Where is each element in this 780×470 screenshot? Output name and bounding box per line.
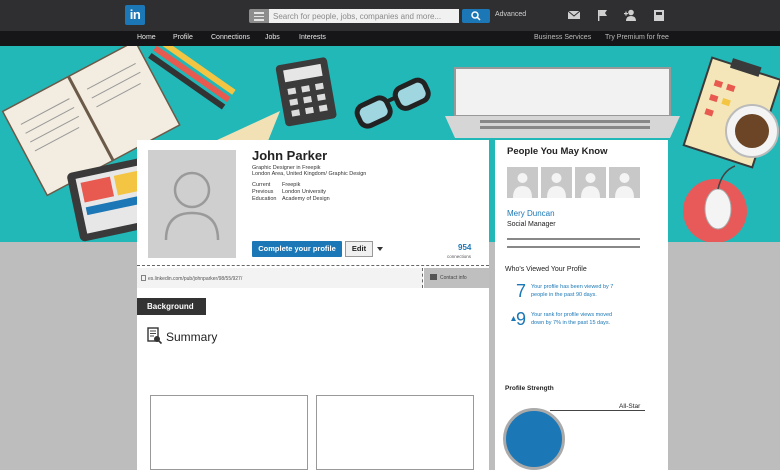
views-text-line-2[interactable]: people in the past 90 days. [531, 291, 597, 299]
nav-item-connections[interactable]: Connections [211, 34, 250, 41]
document-search-icon [147, 327, 162, 345]
chevron-down-icon[interactable] [377, 247, 383, 251]
person-icon [513, 173, 532, 198]
nav-item-interests[interactable]: Interests [299, 34, 326, 41]
person-icon [547, 173, 566, 198]
complete-profile-button[interactable]: Complete your profile [252, 241, 342, 257]
connections-label: connections [447, 254, 472, 259]
profile-strength-level: All-Star [619, 403, 641, 410]
link-icon [141, 275, 146, 281]
envelope-icon[interactable] [567, 8, 581, 22]
nav-item-profile[interactable]: Profile [173, 34, 193, 41]
menu-icon[interactable] [249, 9, 269, 23]
rank-text-line-2[interactable]: down by 7% in the past 15 days. [531, 319, 610, 327]
suggested-person-avatar[interactable] [541, 167, 572, 198]
suggested-person-avatar[interactable] [575, 167, 606, 198]
search-icon [471, 11, 481, 21]
suggested-person-name[interactable]: Mery Duncan [507, 209, 555, 218]
views-count[interactable]: 7 [516, 281, 526, 302]
profile-strength-title: Profile Strength [505, 385, 554, 392]
person-silhouette-icon [164, 171, 220, 241]
linkedin-logo[interactable]: in [125, 5, 145, 25]
media-placeholder[interactable] [150, 395, 308, 470]
who-viewed-title: Who's Viewed Your Profile [505, 266, 587, 273]
media-placeholder[interactable] [316, 395, 474, 470]
profile-strength-meter[interactable] [503, 408, 565, 470]
flag-icon[interactable] [595, 8, 609, 22]
divider [137, 265, 489, 266]
views-text-line-1[interactable]: Your profile has been viewed by 7 [531, 283, 613, 291]
search-input[interactable] [269, 9, 459, 23]
rank-text-line-1[interactable]: Your rank for profile views moved [531, 311, 612, 319]
person-icon [615, 173, 634, 198]
profile-avatar[interactable] [148, 150, 236, 258]
strength-indicator-line [550, 410, 645, 411]
nav-item-home[interactable]: Home [137, 34, 156, 41]
suggested-person-avatar[interactable] [609, 167, 640, 198]
briefcase-icon[interactable] [652, 8, 666, 22]
add-connection-icon[interactable] [623, 8, 637, 22]
current-label: Current [252, 182, 271, 188]
edit-button[interactable]: Edit [345, 241, 373, 257]
contact-info-label[interactable]: Contact info [440, 275, 467, 281]
profile-name: John Parker [252, 148, 328, 163]
divider [507, 246, 640, 248]
nav-bar: Home Profile Connections Jobs Interests … [0, 31, 780, 46]
previous-label: Previous [252, 189, 274, 195]
nav-item-jobs[interactable]: Jobs [265, 34, 280, 41]
divider [507, 238, 640, 240]
summary-heading: Summary [166, 330, 218, 344]
premium-link[interactable]: Try Premium for free [605, 34, 669, 41]
current-value[interactable]: Freepik [282, 182, 300, 188]
education-label: Education [252, 196, 277, 202]
person-icon [581, 173, 600, 198]
search-button[interactable] [462, 9, 490, 23]
connections-count[interactable]: 954 [458, 243, 471, 252]
public-profile-url[interactable]: es.linkedin.com/pub/johnparker/98/55/927… [148, 276, 242, 282]
education-value[interactable]: Academy of Design [282, 196, 330, 202]
suggested-person-avatar[interactable] [507, 167, 538, 198]
business-services-link[interactable]: Business Services [534, 34, 591, 41]
contact-card-icon [430, 274, 437, 280]
advanced-search-link[interactable]: Advanced [495, 11, 526, 18]
people-you-may-know-title: People You May Know [507, 146, 608, 157]
background-section-label: Background [137, 298, 206, 315]
profile-location: London Area, United Kingdom/ Graphic Des… [252, 171, 367, 177]
suggested-person-title: Social Manager [507, 221, 556, 228]
previous-value[interactable]: London University [282, 189, 326, 195]
rank-number[interactable]: 9 [516, 309, 526, 330]
top-bar: in Advanced [0, 0, 780, 31]
